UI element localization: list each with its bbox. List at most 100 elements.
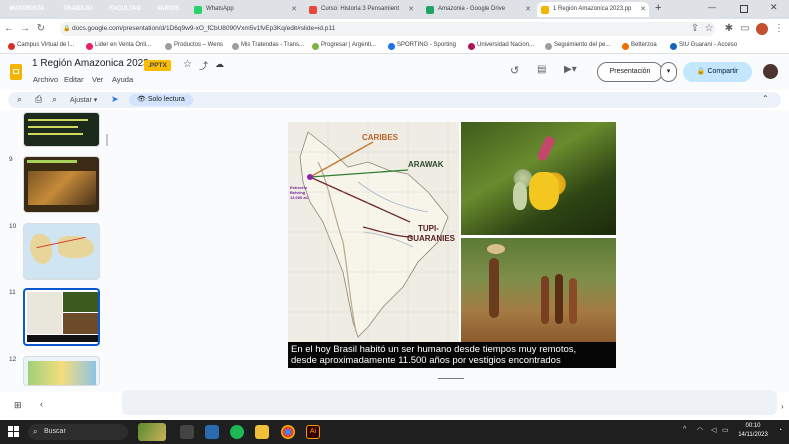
move-icon[interactable]: ⤴ bbox=[199, 59, 208, 72]
bookmark-item[interactable]: Productos – Wens bbox=[165, 42, 223, 50]
app-icon[interactable] bbox=[205, 425, 219, 439]
close-tab-icon[interactable]: ✕ bbox=[525, 2, 531, 17]
slide-thumbnail-8[interactable] bbox=[23, 112, 100, 147]
search-menus-icon[interactable]: ⌕ bbox=[17, 94, 22, 105]
bookmark-item[interactable]: Mis Tratendas - Trans... bbox=[232, 42, 304, 50]
task-view-icon[interactable] bbox=[180, 425, 194, 439]
bookmark-favicon-icon bbox=[86, 43, 93, 50]
battery-icon[interactable]: ▭ bbox=[722, 426, 729, 434]
chrome-icon[interactable] bbox=[281, 425, 295, 439]
reload-icon[interactable]: ↻ bbox=[34, 22, 48, 36]
zoom-label: Ajustar bbox=[70, 97, 92, 104]
sidebar-icon[interactable]: ▭ bbox=[738, 22, 752, 36]
volume-icon[interactable]: ◁ bbox=[711, 426, 716, 434]
bookmark-favicon-icon bbox=[165, 43, 172, 50]
tab-curso-historia[interactable]: Curso: Historia 3 Pensamient ✕ bbox=[305, 2, 417, 17]
tab-google-drive[interactable]: Amazonia - Google Drive ✕ bbox=[422, 2, 534, 17]
clock[interactable]: 00:10 14/11/2023 bbox=[734, 422, 772, 440]
profile-avatar[interactable] bbox=[756, 23, 768, 35]
share-page-icon[interactable]: ⇪ bbox=[688, 22, 702, 36]
slide-thumbnail-12[interactable] bbox=[23, 356, 100, 386]
present-options-button[interactable]: ▾ bbox=[660, 62, 677, 82]
cashew-fruit-photo bbox=[461, 122, 616, 235]
bookmark-label: SPORTING - Sporting bbox=[397, 42, 456, 48]
forward-icon[interactable]: → bbox=[18, 22, 32, 36]
tab-whatsapp[interactable]: WhatsApp ✕ bbox=[190, 2, 300, 17]
zoom-icon[interactable]: ⌕ bbox=[52, 94, 57, 105]
current-slide[interactable]: CARIBES ARAWAK TUPI- GUARANIES Estrecho … bbox=[288, 122, 616, 368]
read-only-chip[interactable]: 👁 Solo lectura bbox=[129, 94, 193, 106]
history-icon[interactable]: ↺ bbox=[510, 64, 519, 77]
bookmark-label: Productos – Wens bbox=[174, 42, 223, 48]
tab-group-facultad[interactable]: FACULTAD bbox=[107, 3, 143, 15]
menu-ver[interactable]: Ver bbox=[92, 75, 103, 84]
bookmark-favicon-icon bbox=[232, 43, 239, 50]
bookmark-item[interactable]: Lider en Venta Onli... bbox=[86, 42, 151, 50]
browser-tab-strip: MAYORISTA TRABAJO FACULTAD VARIOS WhatsA… bbox=[0, 0, 789, 19]
zoom-select[interactable]: Ajustar ▾ bbox=[70, 96, 97, 104]
maximize-icon[interactable] bbox=[740, 5, 748, 13]
bookmark-item[interactable]: Universidad Nacion... bbox=[468, 42, 535, 50]
print-icon[interactable]: ⎙ bbox=[35, 94, 42, 105]
slide-thumbnail-11-selected[interactable] bbox=[23, 288, 100, 346]
tab-slides-active[interactable]: 1 Región Amazonica 2023.pp ✕ bbox=[537, 2, 649, 17]
file-explorer-icon[interactable] bbox=[255, 425, 269, 439]
expand-side-panel-icon[interactable]: › bbox=[781, 402, 784, 411]
tray-chevron-icon[interactable]: ^ bbox=[683, 426, 686, 433]
url-text: docs.google.com/presentation/d/1D6q9w9-x… bbox=[72, 25, 336, 32]
chrome-menu-icon[interactable]: ⋮ bbox=[772, 22, 786, 36]
close-tab-icon[interactable]: ✕ bbox=[408, 2, 414, 17]
taskbar-search[interactable]: ⌕ Buscar bbox=[28, 424, 128, 440]
star-icon[interactable]: ☆ bbox=[183, 59, 192, 70]
back-icon[interactable]: ← bbox=[2, 22, 16, 36]
menu-archivo[interactable]: Archivo bbox=[33, 75, 58, 84]
menu-ayuda[interactable]: Ayuda bbox=[112, 75, 133, 84]
bookmark-item[interactable]: SIU Guaraní - Acceso bbox=[670, 42, 737, 50]
close-window-icon[interactable]: ✕ bbox=[770, 2, 778, 13]
tab-group-trabajo[interactable]: TRABAJO bbox=[60, 3, 96, 15]
slides-logo-icon[interactable] bbox=[10, 64, 22, 80]
meet-icon[interactable]: ▶▾ bbox=[564, 64, 577, 75]
bookmark-item[interactable]: Progresar | Argenti... bbox=[312, 42, 376, 50]
illustrator-icon[interactable]: Ai bbox=[306, 425, 320, 439]
windows-start-icon[interactable] bbox=[8, 426, 20, 438]
collapse-panel-icon[interactable]: ‹ bbox=[40, 399, 43, 409]
spotify-icon[interactable] bbox=[230, 425, 244, 439]
cloud-status-icon[interactable]: ☁ bbox=[215, 59, 224, 70]
menu-editar[interactable]: Editar bbox=[64, 75, 84, 84]
taskbar-widget[interactable] bbox=[138, 423, 166, 441]
new-tab-button[interactable]: + bbox=[655, 2, 661, 14]
document-title[interactable]: 1 Región Amazonica 2023 bbox=[32, 58, 149, 69]
minimize-icon[interactable]: — bbox=[708, 3, 716, 12]
select-cursor-icon[interactable]: ➤ bbox=[111, 94, 119, 105]
close-tab-icon[interactable]: ✕ bbox=[291, 2, 297, 17]
account-avatar[interactable] bbox=[763, 64, 778, 79]
label-caribes: CARIBES bbox=[362, 133, 399, 142]
share-button[interactable]: 🔒 Compartir bbox=[683, 62, 752, 82]
bookmark-item[interactable]: Campus Virtual de l... bbox=[8, 42, 74, 50]
present-button[interactable]: Presentación bbox=[597, 62, 663, 82]
slide-thumbnail-10[interactable] bbox=[23, 223, 100, 280]
notifications-icon[interactable]: ◔ bbox=[778, 427, 782, 434]
bookmark-item[interactable]: SPORTING - Sporting bbox=[388, 42, 456, 50]
collapse-toolbar-icon[interactable]: ⌃ bbox=[762, 94, 769, 103]
close-tab-icon[interactable]: ✕ bbox=[640, 2, 646, 17]
comments-icon[interactable]: ▤ bbox=[537, 64, 546, 75]
panel-scrollbar[interactable] bbox=[106, 134, 108, 146]
tab-group-mayorista[interactable]: MAYORISTA bbox=[4, 3, 50, 15]
bookmark-star-icon[interactable]: ☆ bbox=[702, 22, 716, 36]
extensions-icon[interactable]: ✱ bbox=[722, 22, 736, 36]
bookmark-item[interactable]: Betterzoa bbox=[622, 42, 657, 50]
tab-group-varios[interactable]: VARIOS bbox=[153, 3, 183, 15]
wifi-icon[interactable]: ◠ bbox=[697, 426, 703, 434]
url-bar[interactable]: 🔒 docs.google.com/presentation/d/1D6q9w9… bbox=[60, 22, 715, 36]
tab-group-label: FACULTAD bbox=[109, 6, 141, 12]
bookmark-item[interactable]: Seguimiento del pe... bbox=[545, 42, 610, 50]
speaker-notes[interactable] bbox=[122, 390, 777, 415]
notes-resize-handle[interactable] bbox=[438, 378, 464, 379]
label-guaranies: GUARANIES bbox=[407, 234, 456, 243]
slide-thumbnail-9[interactable] bbox=[23, 156, 100, 213]
bookmark-label: Universidad Nacion... bbox=[477, 42, 535, 48]
grid-view-icon[interactable]: ⊞ bbox=[14, 400, 22, 411]
document-header: 1 Región Amazonica 2023 .PPTX ☆ ⤴ ☁ Arch… bbox=[0, 54, 789, 90]
